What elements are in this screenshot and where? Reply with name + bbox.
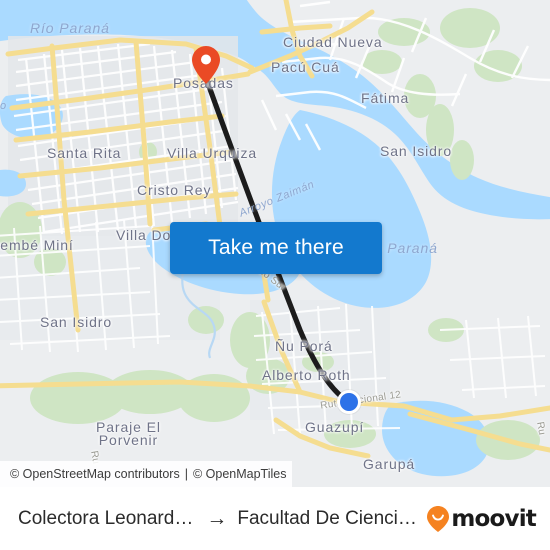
origin-stop-label: Colectora Leonardo F... [18, 507, 197, 529]
map-attribution: © OpenStreetMap contributors | © OpenMap… [0, 461, 293, 487]
route-summary: Colectora Leonardo F... → Facultad De Ci… [18, 508, 427, 530]
route-footer-bar: Colectora Leonardo F... → Facultad De Ci… [0, 487, 550, 550]
attribution-separator: | [184, 467, 188, 481]
moovit-pin-icon [427, 505, 450, 532]
attribution-tiles[interactable]: © OpenMapTiles [193, 467, 287, 481]
moovit-wordmark: moovit [451, 505, 536, 532]
route-map-screen: Río Paraná o Ciudad Nueva Pacú Cuá Fátima San… [0, 0, 550, 550]
map-canvas[interactable]: Río Paraná o Ciudad Nueva Pacú Cuá Fátima San… [0, 0, 550, 487]
destination-dot-marker[interactable] [337, 390, 361, 414]
arrow-right-icon: → [206, 507, 228, 530]
take-me-there-button[interactable]: Take me there [170, 222, 382, 274]
attribution-osm[interactable]: © OpenStreetMap contributors [10, 467, 180, 481]
moovit-brand[interactable]: moovit [427, 505, 537, 532]
destination-stop-label: Facultad De Ciencias Exa... [237, 507, 427, 529]
